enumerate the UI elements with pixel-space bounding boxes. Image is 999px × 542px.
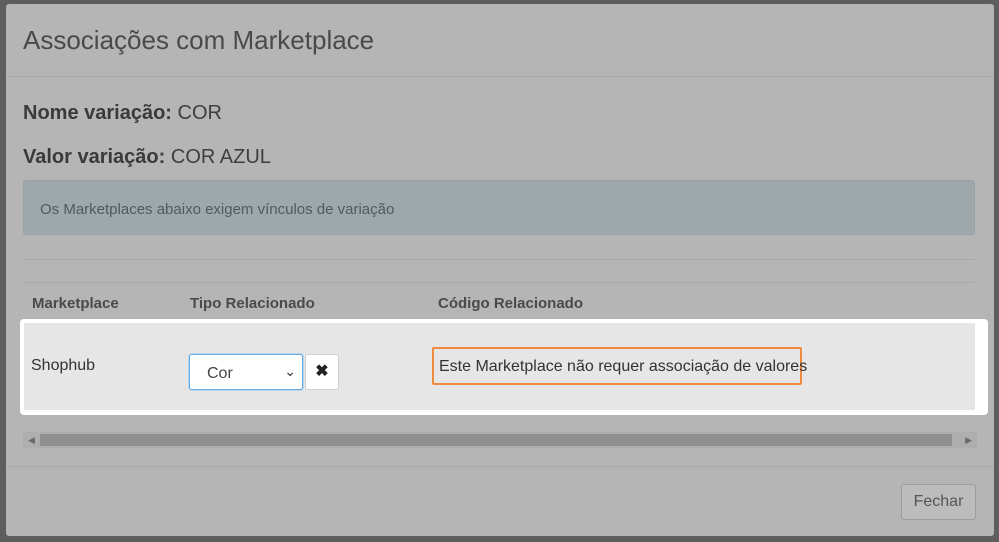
footer-divider	[6, 466, 994, 467]
modal-dialog: Associações com Marketplace Nome variaçã…	[6, 4, 994, 536]
column-header-tipo-relacionado: Tipo Relacionado	[190, 295, 315, 312]
tipo-relacionado-select[interactable]: Cor ⌄	[189, 354, 303, 390]
remove-button[interactable]: ✖	[305, 354, 339, 390]
close-icon: ✖	[315, 363, 329, 380]
variation-value-value: COR AZUL	[170, 146, 271, 168]
variation-value-line: Valor variação: COR AZUL	[23, 146, 271, 169]
table-top-border	[23, 282, 975, 283]
close-button[interactable]: Fechar	[901, 484, 976, 520]
table-row: Shophub Cor ⌄ ✖ Este Marketplace não req…	[24, 323, 975, 410]
column-header-codigo-relacionado: Código Relacionado	[438, 295, 584, 312]
chevron-down-icon: ⌄	[284, 363, 296, 379]
scrollbar-thumb[interactable]	[40, 434, 952, 446]
variation-value-label: Valor variação:	[23, 146, 166, 168]
highlighted-row-frame: Shophub Cor ⌄ ✖ Este Marketplace não req…	[20, 319, 988, 415]
codigo-relacionado-cell: Este Marketplace não requer associação d…	[432, 347, 807, 385]
column-header-marketplace: Marketplace	[32, 295, 119, 312]
variation-name-label: Nome variação:	[23, 102, 172, 124]
codigo-text: Este Marketplace não requer associação d…	[439, 358, 808, 375]
scroll-right-icon[interactable]: ▶	[965, 433, 972, 447]
variation-name-value: COR	[177, 102, 222, 124]
variation-name-line: Nome variação: COR	[23, 102, 222, 125]
info-alert: Os Marketplaces abaixo exigem vínculos d…	[23, 180, 975, 235]
scroll-left-icon[interactable]: ◀	[28, 433, 35, 447]
marketplace-cell: Shophub	[31, 357, 96, 374]
modal-header: Associações com Marketplace	[6, 4, 994, 77]
modal-title: Associações com Marketplace	[23, 25, 375, 55]
alert-text: Os Marketplaces abaixo exigem vínculos d…	[40, 201, 395, 218]
horizontal-scrollbar[interactable]: ◀ ▶	[23, 432, 977, 448]
divider	[23, 259, 975, 260]
select-value: Cor	[207, 365, 233, 382]
